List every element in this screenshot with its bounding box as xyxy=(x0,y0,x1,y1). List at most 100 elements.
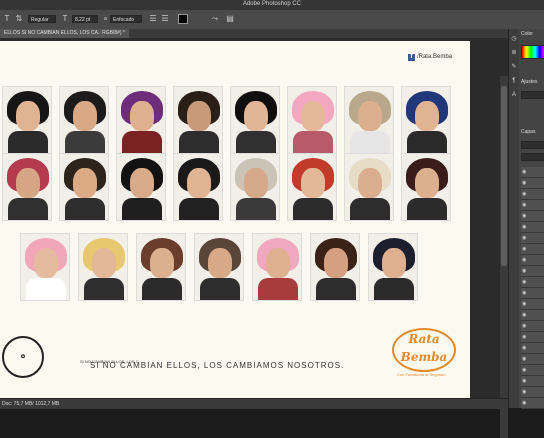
tab-color[interactable]: Color xyxy=(521,31,533,37)
visibility-eye-icon[interactable]: ◉ xyxy=(522,257,526,263)
visibility-eye-icon[interactable]: ◉ xyxy=(522,334,526,340)
character-icon[interactable]: A xyxy=(510,91,518,99)
align-left-icon[interactable]: ☰ xyxy=(148,14,158,24)
layer-row[interactable]: ◉ xyxy=(521,266,544,277)
layer-row[interactable]: ◉ xyxy=(521,310,544,321)
visibility-eye-icon[interactable]: ◉ xyxy=(522,191,526,197)
portrait-photo xyxy=(59,86,109,154)
layer-row[interactable]: ◉ xyxy=(521,277,544,288)
layer-row[interactable]: ◉ xyxy=(521,398,544,409)
visibility-eye-icon[interactable]: ◉ xyxy=(522,224,526,230)
tab-layers[interactable]: Capas xyxy=(521,129,535,135)
visibility-eye-icon[interactable]: ◉ xyxy=(522,345,526,351)
font-style-select[interactable]: Regular xyxy=(28,15,56,23)
layer-row[interactable]: ◉ xyxy=(521,332,544,343)
body-shape xyxy=(293,131,333,153)
body-shape xyxy=(8,131,48,153)
visibility-eye-icon[interactable]: ◉ xyxy=(522,367,526,373)
history-icon[interactable]: ◷ xyxy=(510,35,518,43)
orientation-icon[interactable]: ⇅ xyxy=(14,14,24,24)
layer-filter-field[interactable] xyxy=(521,141,544,149)
visibility-eye-icon[interactable]: ◉ xyxy=(522,213,526,219)
body-shape xyxy=(200,278,240,300)
visibility-eye-icon[interactable]: ◉ xyxy=(522,202,526,208)
layer-row[interactable]: ◉ xyxy=(521,255,544,266)
adjustments-field[interactable] xyxy=(521,91,544,99)
face-shape xyxy=(187,101,211,131)
properties-icon[interactable]: ≣ xyxy=(510,49,518,57)
face-shape xyxy=(34,248,58,278)
body-shape xyxy=(26,278,66,300)
visibility-eye-icon[interactable]: ◉ xyxy=(522,323,526,329)
font-size-select[interactable]: 8,22 pt xyxy=(72,15,98,23)
portrait-photo xyxy=(173,86,223,154)
panel-icon-strip: ◷ ≣ ✎ ¶ A xyxy=(509,29,519,408)
layer-row[interactable]: ◉ xyxy=(521,244,544,255)
character-panel-icon[interactable]: ▤ xyxy=(225,14,235,24)
stamp-logo: ✪ xyxy=(2,336,44,378)
portrait-photo xyxy=(116,153,166,221)
paragraph-icon[interactable]: ¶ xyxy=(510,77,518,85)
layer-row[interactable]: ◉ xyxy=(521,387,544,398)
scrollbar-thumb[interactable] xyxy=(501,86,507,266)
antialias-select[interactable]: Enfocado xyxy=(110,15,142,23)
body-shape xyxy=(122,131,162,153)
visibility-eye-icon[interactable]: ◉ xyxy=(522,279,526,285)
options-bar: T ⇅ Regular T 8,22 pt a Enfocado ☰ ☰ ⤳ ▤ xyxy=(0,10,544,30)
visibility-eye-icon[interactable]: ◉ xyxy=(522,169,526,175)
tab-adjustments[interactable]: Ajustes xyxy=(521,79,537,85)
color-spectrum[interactable] xyxy=(521,45,544,59)
visibility-eye-icon[interactable]: ◉ xyxy=(522,312,526,318)
facebook-handle: f/Rata.Bemba xyxy=(407,54,452,61)
warp-text-icon[interactable]: ⤳ xyxy=(210,14,220,24)
visibility-eye-icon[interactable]: ◉ xyxy=(522,180,526,186)
text-color-swatch[interactable] xyxy=(178,14,188,24)
face-shape xyxy=(16,168,40,198)
face-shape xyxy=(208,248,232,278)
visibility-eye-icon[interactable]: ◉ xyxy=(522,389,526,395)
visibility-eye-icon[interactable]: ◉ xyxy=(522,290,526,296)
body-shape xyxy=(407,198,447,220)
layer-row[interactable]: ◉ xyxy=(521,233,544,244)
layer-row[interactable]: ◉ xyxy=(521,343,544,354)
visibility-eye-icon[interactable]: ◉ xyxy=(522,235,526,241)
layer-row[interactable]: ◉ xyxy=(521,288,544,299)
face-shape xyxy=(244,168,268,198)
text-tool-icon[interactable]: T xyxy=(2,14,12,24)
portrait-photo xyxy=(20,233,70,301)
visibility-eye-icon[interactable]: ◉ xyxy=(522,378,526,384)
face-shape xyxy=(415,101,439,131)
visibility-eye-icon[interactable]: ◉ xyxy=(522,356,526,362)
blend-mode-field[interactable] xyxy=(521,153,544,161)
vertical-scrollbar[interactable] xyxy=(500,76,508,438)
face-shape xyxy=(130,168,154,198)
body-shape xyxy=(258,278,298,300)
face-shape xyxy=(301,101,325,131)
layer-row[interactable]: ◉ xyxy=(521,299,544,310)
layer-row[interactable]: ◉ xyxy=(521,354,544,365)
artboard[interactable]: f/Rata.Bemba ✪ SI NO CAMBIAN ELLOS, LOS … xyxy=(0,41,470,398)
facebook-icon: f xyxy=(407,54,415,61)
layer-row[interactable]: ◉ xyxy=(521,178,544,189)
visibility-eye-icon[interactable]: ◉ xyxy=(522,268,526,274)
portrait-photo xyxy=(287,86,337,154)
portrait-photo xyxy=(136,233,186,301)
layer-row[interactable]: ◉ xyxy=(521,167,544,178)
visibility-eye-icon[interactable]: ◉ xyxy=(522,246,526,252)
portrait-photo xyxy=(401,153,451,221)
layer-row[interactable]: ◉ xyxy=(521,365,544,376)
visibility-eye-icon[interactable]: ◉ xyxy=(522,301,526,307)
body-shape xyxy=(179,198,219,220)
layer-row[interactable]: ◉ xyxy=(521,376,544,387)
layer-row[interactable]: ◉ xyxy=(521,200,544,211)
canvas-area[interactable]: f/Rata.Bemba ✪ SI NO CAMBIAN ELLOS, LOS … xyxy=(0,38,508,438)
layer-row[interactable]: ◉ xyxy=(521,189,544,200)
layer-row[interactable]: ◉ xyxy=(521,211,544,222)
document-tab[interactable]: ELLOS SI NO CAMBIAN ELLOS, LOS CA.. RGB/… xyxy=(0,29,129,38)
brush-icon[interactable]: ✎ xyxy=(510,63,518,71)
layer-row[interactable]: ◉ xyxy=(521,321,544,332)
visibility-eye-icon[interactable]: ◉ xyxy=(522,400,526,406)
align-center-icon[interactable]: ☰ xyxy=(160,14,170,24)
layer-row[interactable]: ◉ xyxy=(521,222,544,233)
body-shape xyxy=(374,278,414,300)
